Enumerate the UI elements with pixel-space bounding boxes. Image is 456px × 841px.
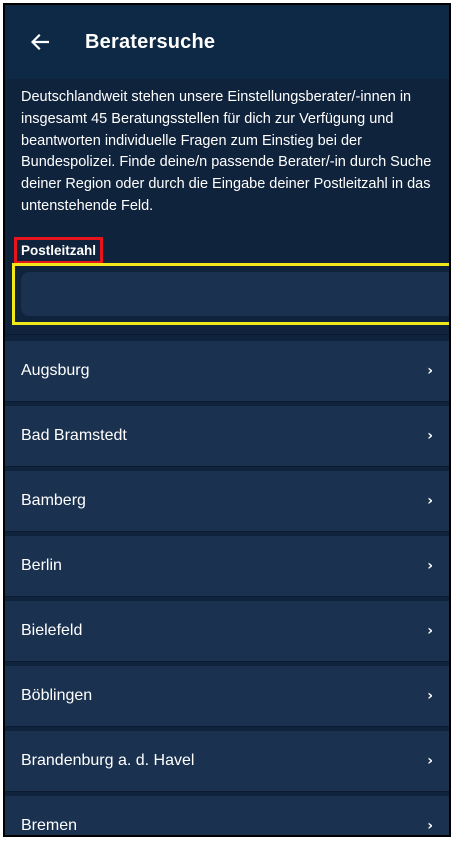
list-item-brandenburg[interactable]: Brandenburg a. d. Havel › [5,731,449,792]
arrow-left-icon [31,34,49,50]
chevron-right-icon: › [427,558,433,574]
postleitzahl-input[interactable] [21,272,449,316]
chevron-right-icon: › [427,753,433,769]
list-item-label: Bielefeld [21,622,83,639]
chevron-right-icon: › [427,363,433,379]
list-item-augsburg[interactable]: Augsburg › [5,341,449,402]
list-item-bamberg[interactable]: Bamberg › [5,471,449,532]
list-item-label: Bamberg [21,492,86,509]
list-item-label: Bad Bramstedt [21,427,127,444]
list-item-label: Berlin [21,557,62,574]
chevron-right-icon: › [427,688,433,704]
app-screen: Beratersuche Deutschlandweit stehen unse… [3,3,451,837]
chevron-right-icon: › [427,623,433,639]
list-item-label: Brandenburg a. d. Havel [21,752,195,769]
list-item-label: Böblingen [21,687,93,704]
postleitzahl-highlight [12,263,449,325]
chevron-right-icon: › [427,493,433,509]
region-list: Augsburg › Bad Bramstedt › Bamberg › Ber… [5,341,449,835]
list-item-bremen[interactable]: Bremen › [5,796,449,835]
list-item-label: Bremen [21,817,78,834]
list-item-bad-bramstedt[interactable]: Bad Bramstedt › [5,406,449,467]
chevron-right-icon: › [427,428,433,444]
back-button[interactable] [25,27,55,57]
list-item-label: Augsburg [21,362,90,379]
postleitzahl-label: Postleitzahl [14,237,104,264]
page-title: Beratersuche [85,30,216,53]
list-item-bielefeld[interactable]: Bielefeld › [5,601,449,662]
list-item-berlin[interactable]: Berlin › [5,536,449,597]
list-item-boeblingen[interactable]: Böblingen › [5,666,449,727]
divider [5,334,449,335]
intro-text: Deutschlandweit stehen unsere Einstellun… [21,89,432,214]
chevron-right-icon: › [427,818,433,834]
app-bar: Beratersuche [5,5,449,79]
